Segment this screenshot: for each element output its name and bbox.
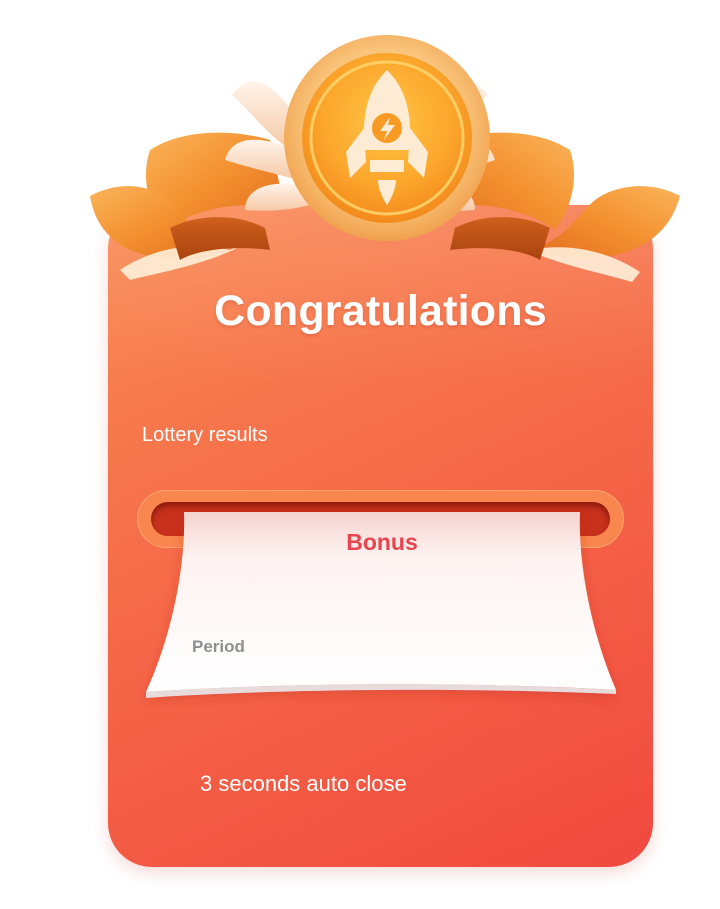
ticket-period-label: Period <box>192 637 245 656</box>
lottery-result-dialog: Congratulations Lottery results Bonus Pe… <box>0 0 720 909</box>
ticket-bonus-label: Bonus <box>346 529 418 555</box>
auto-close-countdown: 3 seconds auto close <box>200 771 407 796</box>
